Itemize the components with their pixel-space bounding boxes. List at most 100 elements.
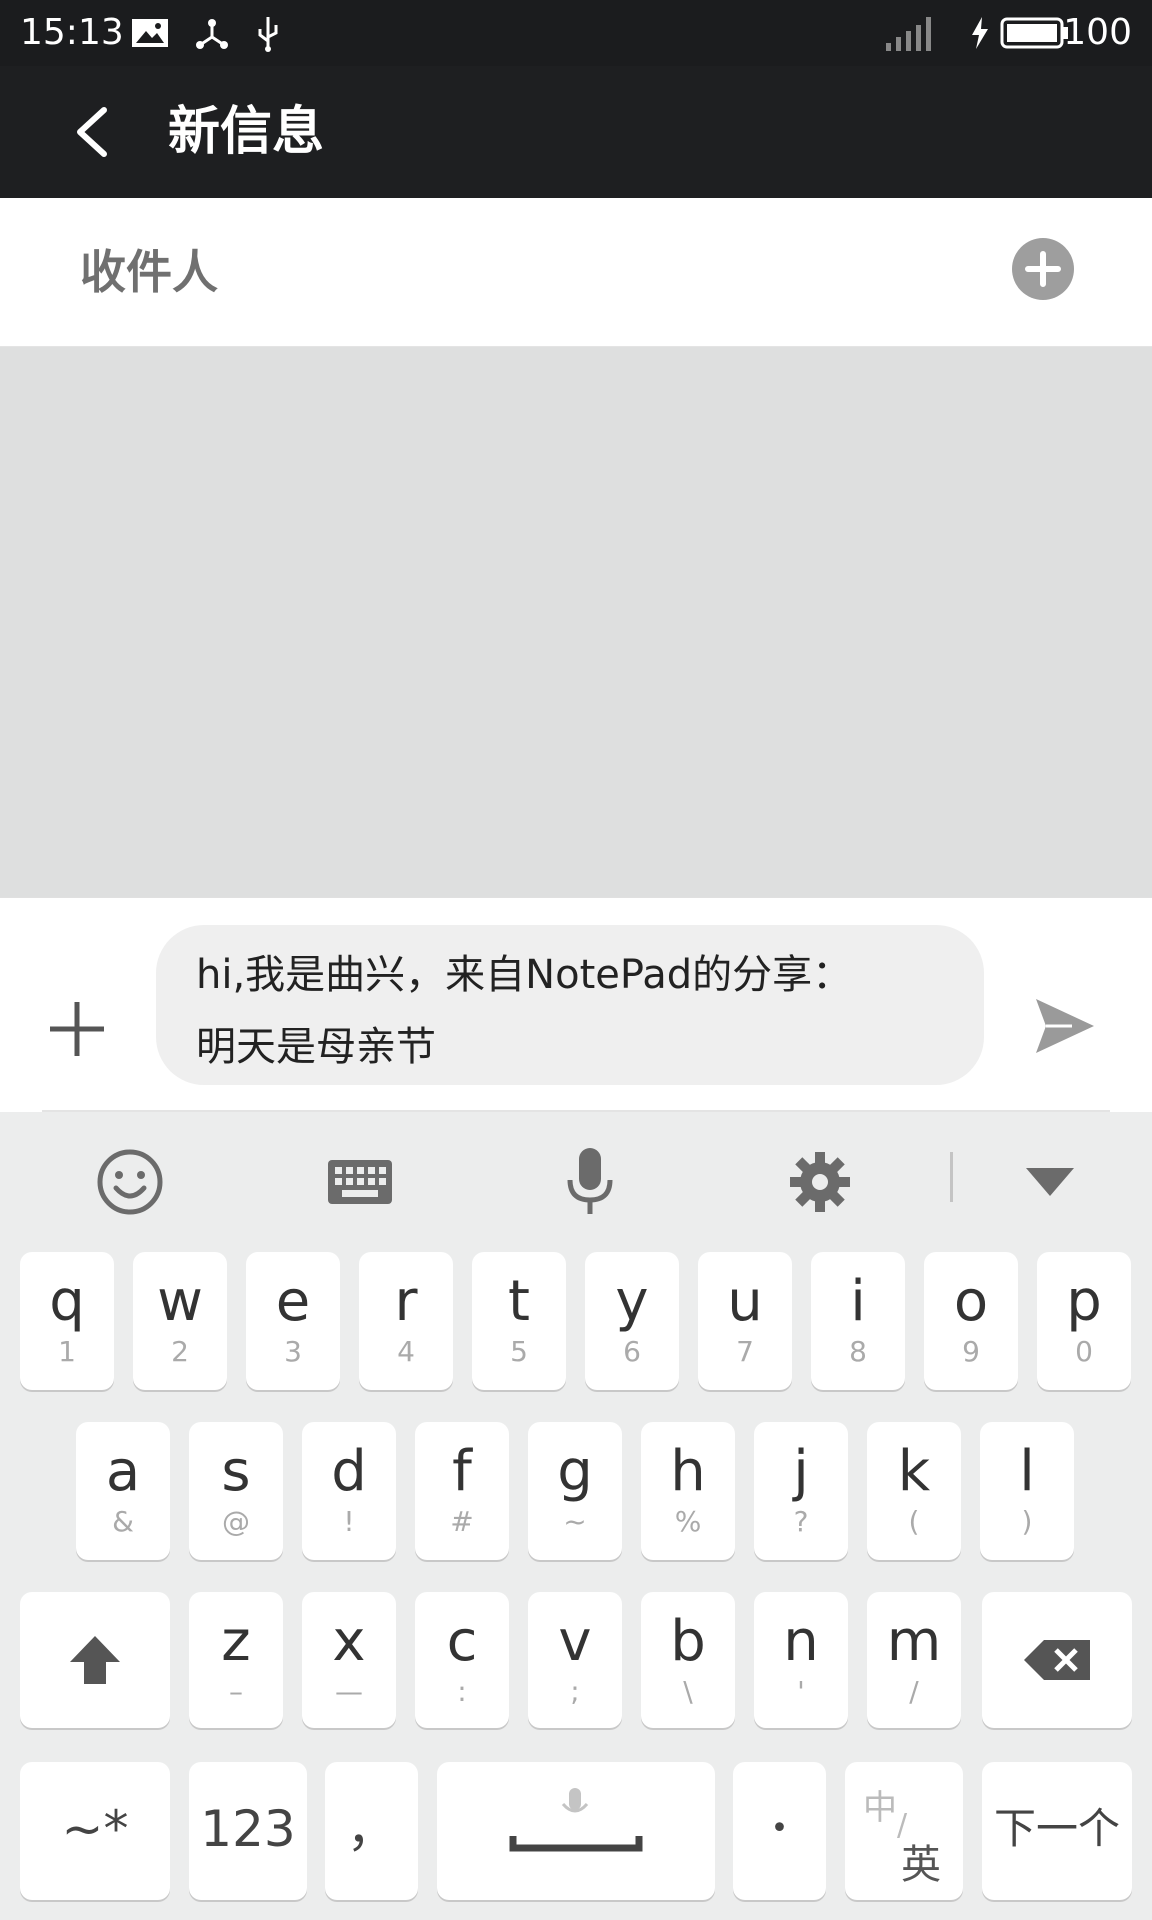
symbols-key[interactable]: ~* [20,1762,170,1900]
key-main-label: f [452,1439,472,1504]
key-main-label: p [1066,1269,1102,1334]
key-z[interactable]: z – [189,1592,283,1728]
hide-keyboard-button[interactable] [1010,1142,1090,1222]
key-sub-label: ~ [563,1505,587,1538]
key-main-label: v [558,1609,592,1674]
key-n[interactable]: n ' [754,1592,848,1728]
key-m[interactable]: m / [867,1592,961,1728]
keyboard-settings-button[interactable] [780,1142,860,1222]
comma-key[interactable]: ， [325,1762,418,1900]
key-sub-label: 0 [1075,1335,1093,1368]
key-c[interactable]: c: [415,1592,509,1728]
add-recipient-button[interactable] [1012,238,1074,300]
key-main-label: t [508,1269,530,1334]
key-main-label: n [783,1609,819,1674]
key-v[interactable]: v; [528,1592,622,1728]
shift-icon [70,1636,120,1684]
key-j[interactable]: j? [754,1422,848,1560]
key-sub-label: ) [1021,1505,1033,1538]
shift-key[interactable] [20,1592,170,1728]
key-sub-label: 8 [849,1335,867,1368]
key-sub-label: – [229,1675,243,1708]
key-main-label: h [670,1439,706,1504]
key-sub-label: \ [683,1675,693,1708]
plus-icon [50,1002,104,1056]
space-key[interactable] [437,1762,715,1900]
key-main-label: g [557,1439,593,1504]
key-main-label: i [850,1269,866,1334]
key-sub-label: / [909,1675,919,1708]
send-button[interactable] [1032,993,1098,1059]
key-main-label: a [105,1439,141,1504]
key-a[interactable]: a & [76,1422,170,1560]
key-d[interactable]: d! [302,1422,396,1560]
key-u[interactable]: u7 [698,1252,792,1390]
lang-top-label: 中 [863,1788,897,1828]
next-label: 下一个 [993,1804,1120,1853]
key-r[interactable]: r4 [359,1252,453,1390]
period-label: • [770,1811,789,1846]
gear-icon [790,1152,850,1212]
key-sub-label: & [112,1505,134,1538]
key-x[interactable]: x — [302,1592,396,1728]
period-key[interactable]: • [733,1762,826,1900]
keyboard-icon [328,1160,392,1204]
soft-keyboard: q1w2e3r4t5y6u7i8o9p0 a & s @ d! f # g ~ h% j? k(l) … [0,1112,1152,1920]
key-h[interactable]: h% [641,1422,735,1560]
key-sub-label: 7 [736,1335,754,1368]
keyboard-switch-button[interactable] [320,1142,400,1222]
key-sub-label: ' [797,1675,805,1708]
back-button[interactable] [62,96,132,168]
key-t[interactable]: t5 [472,1252,566,1390]
key-sub-label: : [457,1675,467,1708]
key-sub-label: 5 [510,1335,528,1368]
backspace-key[interactable] [982,1592,1132,1728]
key-main-label: z [221,1609,251,1674]
key-s[interactable]: s @ [189,1422,283,1560]
key-sub-label: @ [222,1505,250,1538]
key-o[interactable]: o9 [924,1252,1018,1390]
back-arrow-icon [77,107,107,157]
page-title: 新信息 [168,102,325,162]
emoji-button[interactable] [90,1142,170,1222]
compose-bar: hi,我是曲兴，来自NotePad的分享： 明天是母亲节 [0,897,1152,1112]
plus-circle-icon [1025,251,1061,287]
key-b[interactable]: b \ [641,1592,735,1728]
battery-level: 100 [1063,12,1132,53]
key-sub-label: ? [793,1505,809,1538]
key-p[interactable]: p0 [1037,1252,1131,1390]
key-main-label: j [793,1439,809,1504]
key-main-label: s [221,1439,251,1504]
key-sub-label: 1 [58,1335,76,1368]
key-sub-label: 4 [397,1335,415,1368]
key-q[interactable]: q1 [20,1252,114,1390]
usb-icon [248,13,288,53]
emoji-icon [97,1149,163,1215]
key-main-label: y [615,1269,649,1334]
key-l[interactable]: l) [980,1422,1074,1560]
language-switch-key[interactable]: 中 / 英 [845,1762,963,1900]
key-main-label: w [157,1269,203,1334]
key-main-label: u [727,1269,763,1334]
attach-button[interactable] [46,998,108,1060]
key-sub-label: 6 [623,1335,641,1368]
key-main-label: q [49,1269,85,1334]
message-input[interactable]: hi,我是曲兴，来自NotePad的分享： 明天是母亲节 [156,925,984,1085]
key-sub-label: ! [343,1505,355,1538]
key-e[interactable]: e3 [246,1252,340,1390]
message-thread-area [0,347,1152,897]
key-i[interactable]: i8 [811,1252,905,1390]
key-k[interactable]: k( [867,1422,961,1560]
key-w[interactable]: w2 [133,1252,227,1390]
status-time: 15:13 [20,12,124,53]
battery-icon [1000,13,1070,53]
key-y[interactable]: y6 [585,1252,679,1390]
next-key[interactable]: 下一个 [982,1762,1132,1900]
microphone-icon [567,1148,613,1214]
key-g[interactable]: g ~ [528,1422,622,1560]
key-main-label: l [1019,1439,1035,1504]
voice-input-button[interactable] [550,1142,630,1222]
numbers-key[interactable]: 123 [189,1762,307,1900]
key-f[interactable]: f # [415,1422,509,1560]
recipient-row[interactable]: 收件人 [0,198,1152,347]
